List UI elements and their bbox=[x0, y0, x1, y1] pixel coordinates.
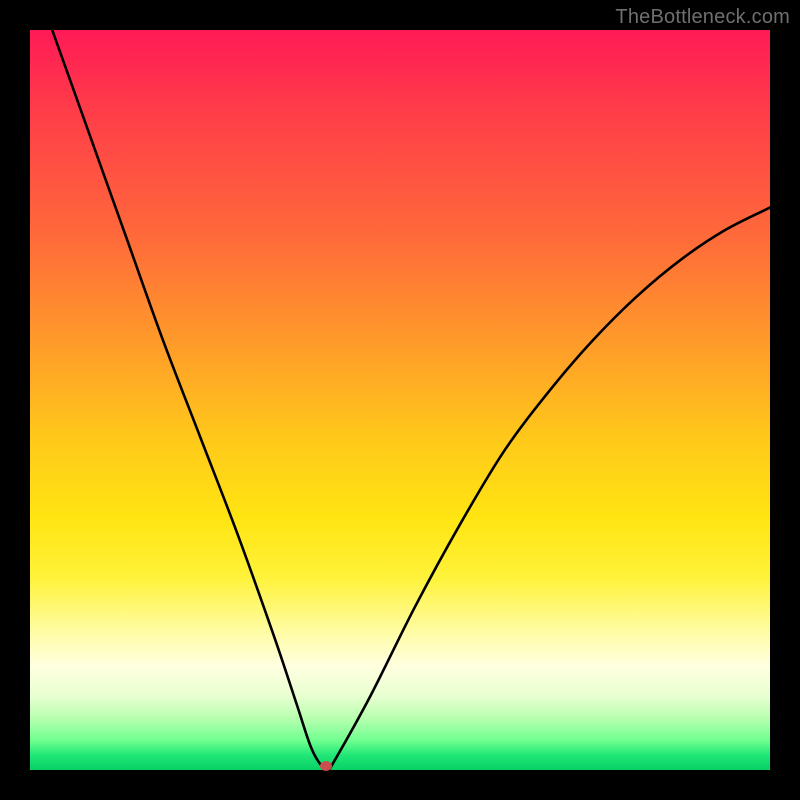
optimum-marker bbox=[320, 761, 332, 771]
plot-area bbox=[30, 30, 770, 770]
bottleneck-curve bbox=[30, 30, 770, 770]
watermark-text: TheBottleneck.com bbox=[615, 6, 790, 29]
chart-container: TheBottleneck.com bbox=[0, 0, 800, 800]
